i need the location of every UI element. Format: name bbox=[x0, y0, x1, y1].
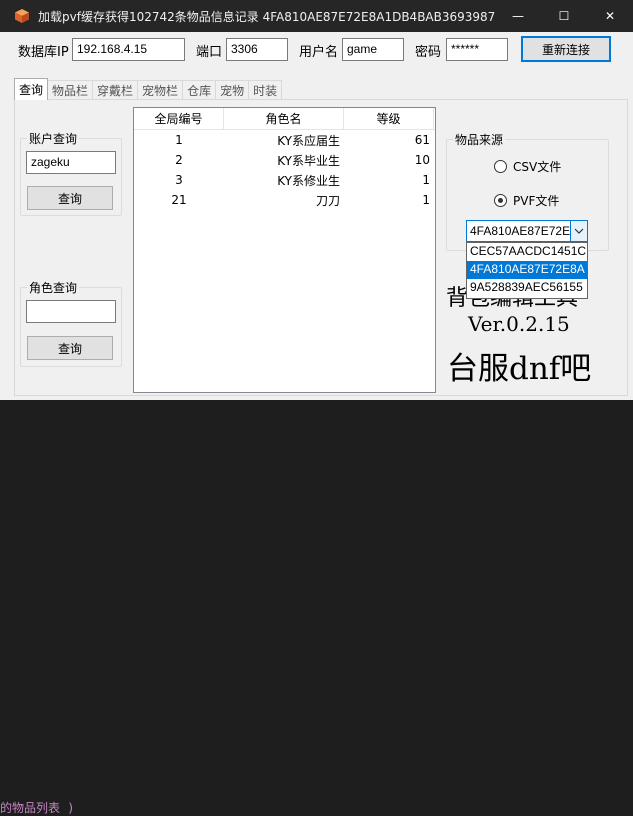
db-ip-input[interactable]: 192.168.4.15 bbox=[72, 38, 185, 61]
tab-pet-slot[interactable]: 宠物栏 bbox=[137, 80, 184, 100]
username-label: 用户名 bbox=[299, 45, 339, 60]
role-id: 2 bbox=[175, 153, 183, 167]
role-level: 1 bbox=[422, 193, 430, 207]
tab-pet[interactable]: 宠物 bbox=[215, 80, 250, 100]
account-query-title: 账户查询 bbox=[27, 130, 80, 147]
csv-radio-circle[interactable] bbox=[494, 160, 507, 173]
csv-radio-label: CSV文件 bbox=[513, 160, 562, 174]
tab-query[interactable]: 查询 bbox=[14, 78, 49, 100]
tab-inventory[interactable]: 物品栏 bbox=[47, 80, 94, 100]
dropdown-option[interactable]: 9A528839AEC56155 bbox=[467, 279, 587, 297]
role-level: 61 bbox=[414, 133, 430, 147]
column-header-name[interactable]: 角色名 bbox=[224, 108, 344, 129]
title-bar[interactable]: 加载pvf缓存获得102742条物品信息记录 4FA810AE87E72E8A1… bbox=[0, 0, 633, 32]
window-title: 加载pvf缓存获得102742条物品信息记录 4FA810AE87E72E8A1… bbox=[38, 9, 495, 24]
pvf-radio-circle[interactable] bbox=[494, 194, 507, 207]
dropdown-option[interactable]: CEC57AACDC1451CI bbox=[467, 243, 587, 261]
maximize-button[interactable]: ☐ bbox=[541, 0, 587, 32]
role-id: 3 bbox=[175, 173, 183, 187]
role-id: 1 bbox=[175, 133, 183, 147]
password-label: 密码 bbox=[415, 45, 442, 60]
table-row[interactable]: 3 KY系修业生 1 bbox=[134, 170, 435, 190]
role-name: KY系应届生 bbox=[277, 133, 340, 148]
role-level: 1 bbox=[422, 173, 430, 187]
pvf-combo[interactable]: 4FA810AE87E72E bbox=[466, 220, 588, 242]
port-input[interactable]: 3306 bbox=[226, 38, 288, 61]
background-code-text: 的物品列表 ) bbox=[0, 801, 75, 815]
version-text: Ver.0.2.15 bbox=[468, 312, 570, 336]
app-window: 加载pvf缓存获得102742条物品信息记录 4FA810AE87E72E8A1… bbox=[0, 0, 633, 400]
app-box-icon bbox=[15, 9, 29, 23]
pvf-radio[interactable]: PVF文件 bbox=[494, 192, 559, 209]
role-name: 刀刀 bbox=[315, 193, 340, 208]
tab-fashion[interactable]: 时装 bbox=[248, 80, 283, 100]
table-row[interactable]: 2 KY系毕业生 10 bbox=[134, 150, 435, 170]
tagline-text: 台服dnf吧 bbox=[447, 351, 592, 387]
role-name-input[interactable] bbox=[26, 300, 116, 323]
dropdown-option[interactable]: 4FA810AE87E72E8A bbox=[467, 261, 587, 279]
role-level: 10 bbox=[414, 153, 430, 167]
role-name: KY系毕业生 bbox=[277, 153, 340, 168]
db-ip-label: 数据库IP bbox=[18, 45, 69, 60]
role-id: 21 bbox=[171, 193, 187, 207]
minimize-button[interactable]: — bbox=[495, 0, 541, 32]
table-row[interactable]: 21 刀刀 1 bbox=[134, 190, 435, 210]
tab-storage[interactable]: 仓库 bbox=[182, 80, 217, 100]
reconnect-button[interactable]: 重新连接 bbox=[521, 36, 611, 62]
pvf-dropdown-list: CEC57AACDC1451CI 4FA810AE87E72E8A 9A5288… bbox=[466, 242, 588, 299]
pvf-radio-label: PVF文件 bbox=[513, 194, 560, 208]
close-button[interactable]: ✕ bbox=[587, 0, 633, 32]
column-header-level[interactable]: 等级 bbox=[344, 108, 434, 129]
item-source-title: 物品来源 bbox=[453, 131, 506, 148]
chevron-down-icon[interactable] bbox=[570, 221, 587, 241]
table-row[interactable]: 1 KY系应届生 61 bbox=[134, 130, 435, 150]
role-list-header: 全局编号 角色名 等级 bbox=[134, 108, 435, 130]
tab-equipment[interactable]: 穿戴栏 bbox=[92, 80, 139, 100]
role-query-button[interactable]: 查询 bbox=[27, 336, 113, 360]
username-input[interactable]: game bbox=[342, 38, 404, 61]
close-icon: ✕ bbox=[604, 9, 616, 23]
account-query-button[interactable]: 查询 bbox=[27, 186, 113, 210]
column-header-id[interactable]: 全局编号 bbox=[134, 108, 224, 129]
main-tabs: 查询 物品栏 穿戴栏 宠物栏 仓库 宠物 时装 bbox=[14, 78, 283, 100]
password-input[interactable]: ****** bbox=[446, 38, 508, 61]
role-list[interactable]: 全局编号 角色名 等级 1 KY系应届生 61 2 KY系毕业生 10 3 KY… bbox=[133, 107, 436, 393]
minimize-icon: — bbox=[512, 9, 524, 23]
pvf-combo-value: 4FA810AE87E72E bbox=[470, 224, 570, 238]
role-name: KY系修业生 bbox=[277, 173, 340, 188]
account-input[interactable]: zageku bbox=[26, 151, 116, 174]
background-editor-bottom: 的物品列表 ) bbox=[0, 400, 633, 815]
maximize-icon: ☐ bbox=[558, 9, 570, 23]
port-label: 端口 bbox=[196, 45, 223, 60]
role-query-title: 角色查询 bbox=[27, 279, 80, 296]
csv-radio[interactable]: CSV文件 bbox=[494, 158, 561, 175]
